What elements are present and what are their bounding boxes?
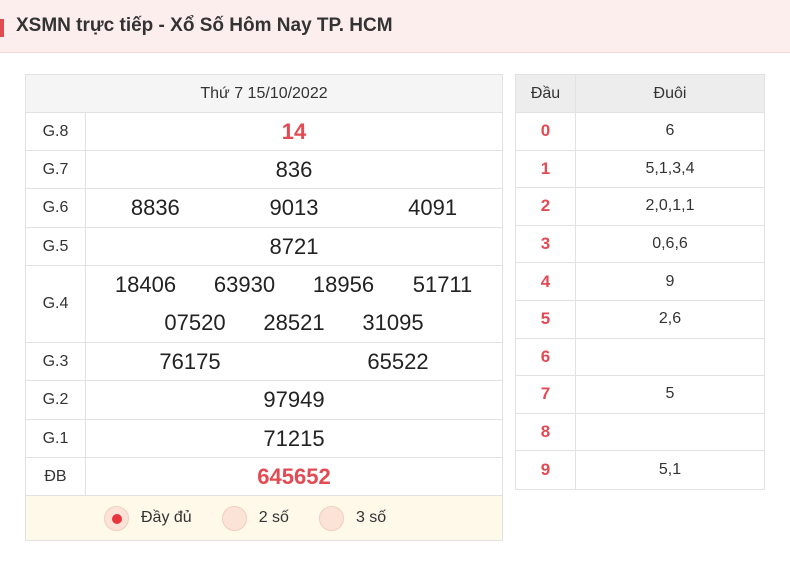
prize-number: 9013: [269, 195, 319, 220]
option-3-digits[interactable]: 3 số: [318, 505, 387, 531]
loto-row: 75: [516, 376, 764, 414]
prize-row-special: ĐB 645652: [26, 458, 502, 496]
prize-number: 07520: [164, 310, 226, 335]
prize-number: 97949: [263, 387, 325, 412]
prize-label: G.7: [26, 151, 86, 188]
loto-row: 06: [516, 113, 764, 151]
prize-label: G.8: [26, 113, 86, 150]
prize-number: 31095: [362, 310, 424, 335]
radio-selected-icon[interactable]: [104, 505, 129, 531]
loto-header: Đầu Đuôi: [516, 75, 764, 113]
loto-tail: 9: [665, 272, 675, 290]
prize-label: G.2: [26, 381, 86, 419]
radio-icon[interactable]: [318, 505, 344, 531]
prize-label: G.1: [26, 420, 86, 457]
loto-row: 8: [516, 413, 764, 452]
loto-head: 2: [516, 188, 576, 225]
special-prize-number: 645652: [257, 464, 331, 489]
loto-head: 6: [516, 338, 576, 376]
prize-label: G.5: [26, 228, 86, 265]
head-column-title: Đầu: [516, 75, 576, 112]
loto-tail: 5: [665, 385, 675, 403]
loto-tail: 6: [665, 122, 675, 140]
prize-label: G.6: [26, 189, 86, 227]
loto-tail: [576, 339, 764, 376]
prize-row-g4: G.4 18406 63930 18956 51711 07520 28521 …: [26, 266, 502, 343]
loto-row: 6: [516, 338, 764, 377]
prize-number: 18406: [114, 272, 177, 297]
prize-number: 76175: [159, 349, 221, 374]
loto-row: 9 5,1: [516, 451, 764, 489]
prize-row-g8: G.8 14: [26, 113, 502, 151]
prize-row-g1: G.1 71215: [26, 420, 502, 458]
loto-tail: 2,6: [658, 310, 682, 328]
loto-row: 1 5,1,3,4: [516, 150, 764, 189]
prize-number: 71215: [263, 426, 325, 451]
header-accent-bar: [0, 19, 4, 37]
prize-label: ĐB: [26, 458, 86, 495]
radio-icon[interactable]: [221, 505, 247, 531]
prize-number: 836: [275, 157, 313, 182]
option-label: 2 số: [258, 509, 289, 526]
prize-number: 8836: [130, 195, 180, 220]
loto-tail: 2,0,1,1: [645, 197, 695, 215]
prize-row-g6: G.6 8836 9013 4091: [26, 189, 502, 228]
loto-row: 2 2,0,1,1: [516, 188, 764, 226]
prize-label: G.3: [26, 343, 86, 380]
prize-number: 14: [281, 119, 307, 144]
tail-column-title: Đuôi: [653, 84, 687, 102]
loto-head: 7: [516, 376, 576, 413]
loto-tail: 5,1: [658, 461, 682, 479]
option-label: Đầy đủ: [141, 509, 192, 526]
prize-number: 65522: [367, 349, 429, 374]
loto-row: 49: [516, 263, 764, 301]
loto-head: 0: [516, 113, 576, 150]
prize-number: 63930: [213, 272, 276, 297]
page-title: XSMN trực tiếp - Xổ Số Hôm Nay TP. HCM: [16, 15, 393, 36]
results-table: Thứ 7 15/10/2022 G.8 14 G.7 836 G.6 8836…: [25, 74, 503, 541]
prize-row-g7: G.7 836: [26, 151, 502, 189]
option-2-digits[interactable]: 2 số: [221, 505, 289, 531]
prize-row-g2: G.2 97949: [26, 381, 502, 420]
loto-tail: [576, 414, 764, 451]
prize-number: 4091: [408, 195, 458, 220]
loto-head: 1: [516, 150, 576, 188]
loto-row: 3 0,6,6: [516, 225, 764, 264]
page-header: XSMN trực tiếp - Xổ Số Hôm Nay TP. HCM: [0, 0, 790, 53]
loto-head: 4: [516, 263, 576, 300]
loto-tail: 0,6,6: [652, 235, 688, 253]
prize-row-g3: G.3 76175 65522: [26, 343, 502, 381]
loto-tail: 5,1,3,4: [645, 159, 695, 177]
loto-head: 9: [516, 451, 576, 489]
prize-number: 51711: [412, 272, 473, 297]
option-label: 3 số: [355, 509, 387, 526]
draw-date: Thứ 7 15/10/2022: [26, 75, 502, 113]
prize-number: 28521: [263, 310, 325, 335]
prize-number: 8721: [269, 234, 319, 259]
loto-row: 5 2,6: [516, 300, 764, 339]
loto-head: 8: [516, 413, 576, 451]
loto-head: 5: [516, 300, 576, 338]
loto-head: 3: [516, 225, 576, 263]
display-options: Đầy đủ 2 số 3 số: [26, 496, 502, 540]
prize-number: 18956: [312, 272, 375, 297]
prize-row-g5: G.5 8721: [26, 228, 502, 266]
prize-label: G.4: [26, 266, 86, 342]
option-full[interactable]: Đầy đủ: [104, 505, 192, 531]
loto-table: Đầu Đuôi 06 1 5,1,3,4 2 2,0,1,1 3 0,6,6 49 …: [515, 74, 765, 490]
